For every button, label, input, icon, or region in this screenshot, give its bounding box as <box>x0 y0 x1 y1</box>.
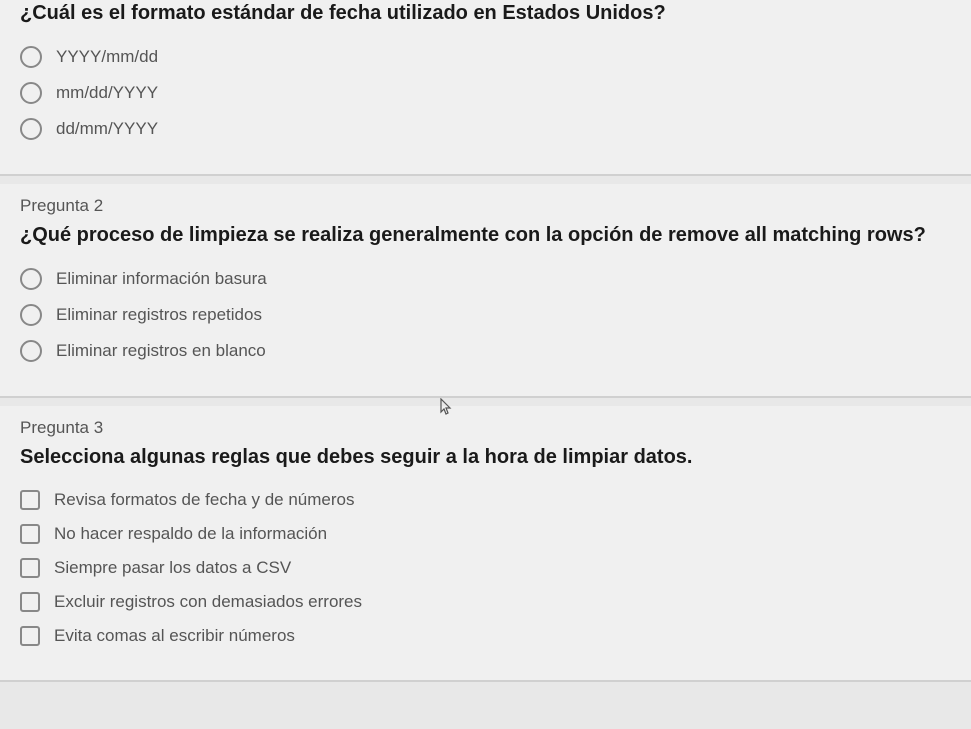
question-3-text: Selecciona algunas reglas que debes segu… <box>20 444 951 470</box>
radio-icon <box>20 46 42 68</box>
question-block-1: ¿Cuál es el formato estándar de fecha ut… <box>0 0 971 176</box>
radio-icon <box>20 268 42 290</box>
question-1-option-1[interactable]: mm/dd/YYYY <box>20 82 951 104</box>
option-label: dd/mm/YYYY <box>56 119 158 139</box>
option-label: Siempre pasar los datos a CSV <box>54 558 291 578</box>
checkbox-icon <box>20 592 40 612</box>
question-3-option-3[interactable]: Excluir registros con demasiados errores <box>20 592 951 612</box>
question-3-option-1[interactable]: No hacer respaldo de la información <box>20 524 951 544</box>
question-3-option-0[interactable]: Revisa formatos de fecha y de números <box>20 490 951 510</box>
question-3-option-2[interactable]: Siempre pasar los datos a CSV <box>20 558 951 578</box>
checkbox-icon <box>20 626 40 646</box>
question-3-option-4[interactable]: Evita comas al escribir números <box>20 626 951 646</box>
question-block-3: Pregunta 3 Selecciona algunas reglas que… <box>0 406 971 682</box>
question-2-label: Pregunta 2 <box>20 196 951 216</box>
checkbox-icon <box>20 490 40 510</box>
question-1-option-0[interactable]: YYYY/mm/dd <box>20 46 951 68</box>
question-2-text: ¿Qué proceso de limpieza se realiza gene… <box>20 222 951 248</box>
option-label: Eliminar registros en blanco <box>56 341 266 361</box>
question-2-option-0[interactable]: Eliminar información basura <box>20 268 951 290</box>
radio-icon <box>20 118 42 140</box>
option-label: Evita comas al escribir números <box>54 626 295 646</box>
checkbox-icon <box>20 558 40 578</box>
question-2-option-1[interactable]: Eliminar registros repetidos <box>20 304 951 326</box>
radio-icon <box>20 82 42 104</box>
radio-icon <box>20 304 42 326</box>
option-label: No hacer respaldo de la información <box>54 524 327 544</box>
option-label: YYYY/mm/dd <box>56 47 158 67</box>
option-label: Excluir registros con demasiados errores <box>54 592 362 612</box>
option-label: Eliminar registros repetidos <box>56 305 262 325</box>
question-block-2: Pregunta 2 ¿Qué proceso de limpieza se r… <box>0 184 971 398</box>
question-1-option-2[interactable]: dd/mm/YYYY <box>20 118 951 140</box>
option-label: mm/dd/YYYY <box>56 83 158 103</box>
question-2-option-2[interactable]: Eliminar registros en blanco <box>20 340 951 362</box>
question-3-label: Pregunta 3 <box>20 418 951 438</box>
checkbox-icon <box>20 524 40 544</box>
option-label: Eliminar información basura <box>56 269 267 289</box>
question-1-text: ¿Cuál es el formato estándar de fecha ut… <box>20 0 951 26</box>
radio-icon <box>20 340 42 362</box>
option-label: Revisa formatos de fecha y de números <box>54 490 354 510</box>
